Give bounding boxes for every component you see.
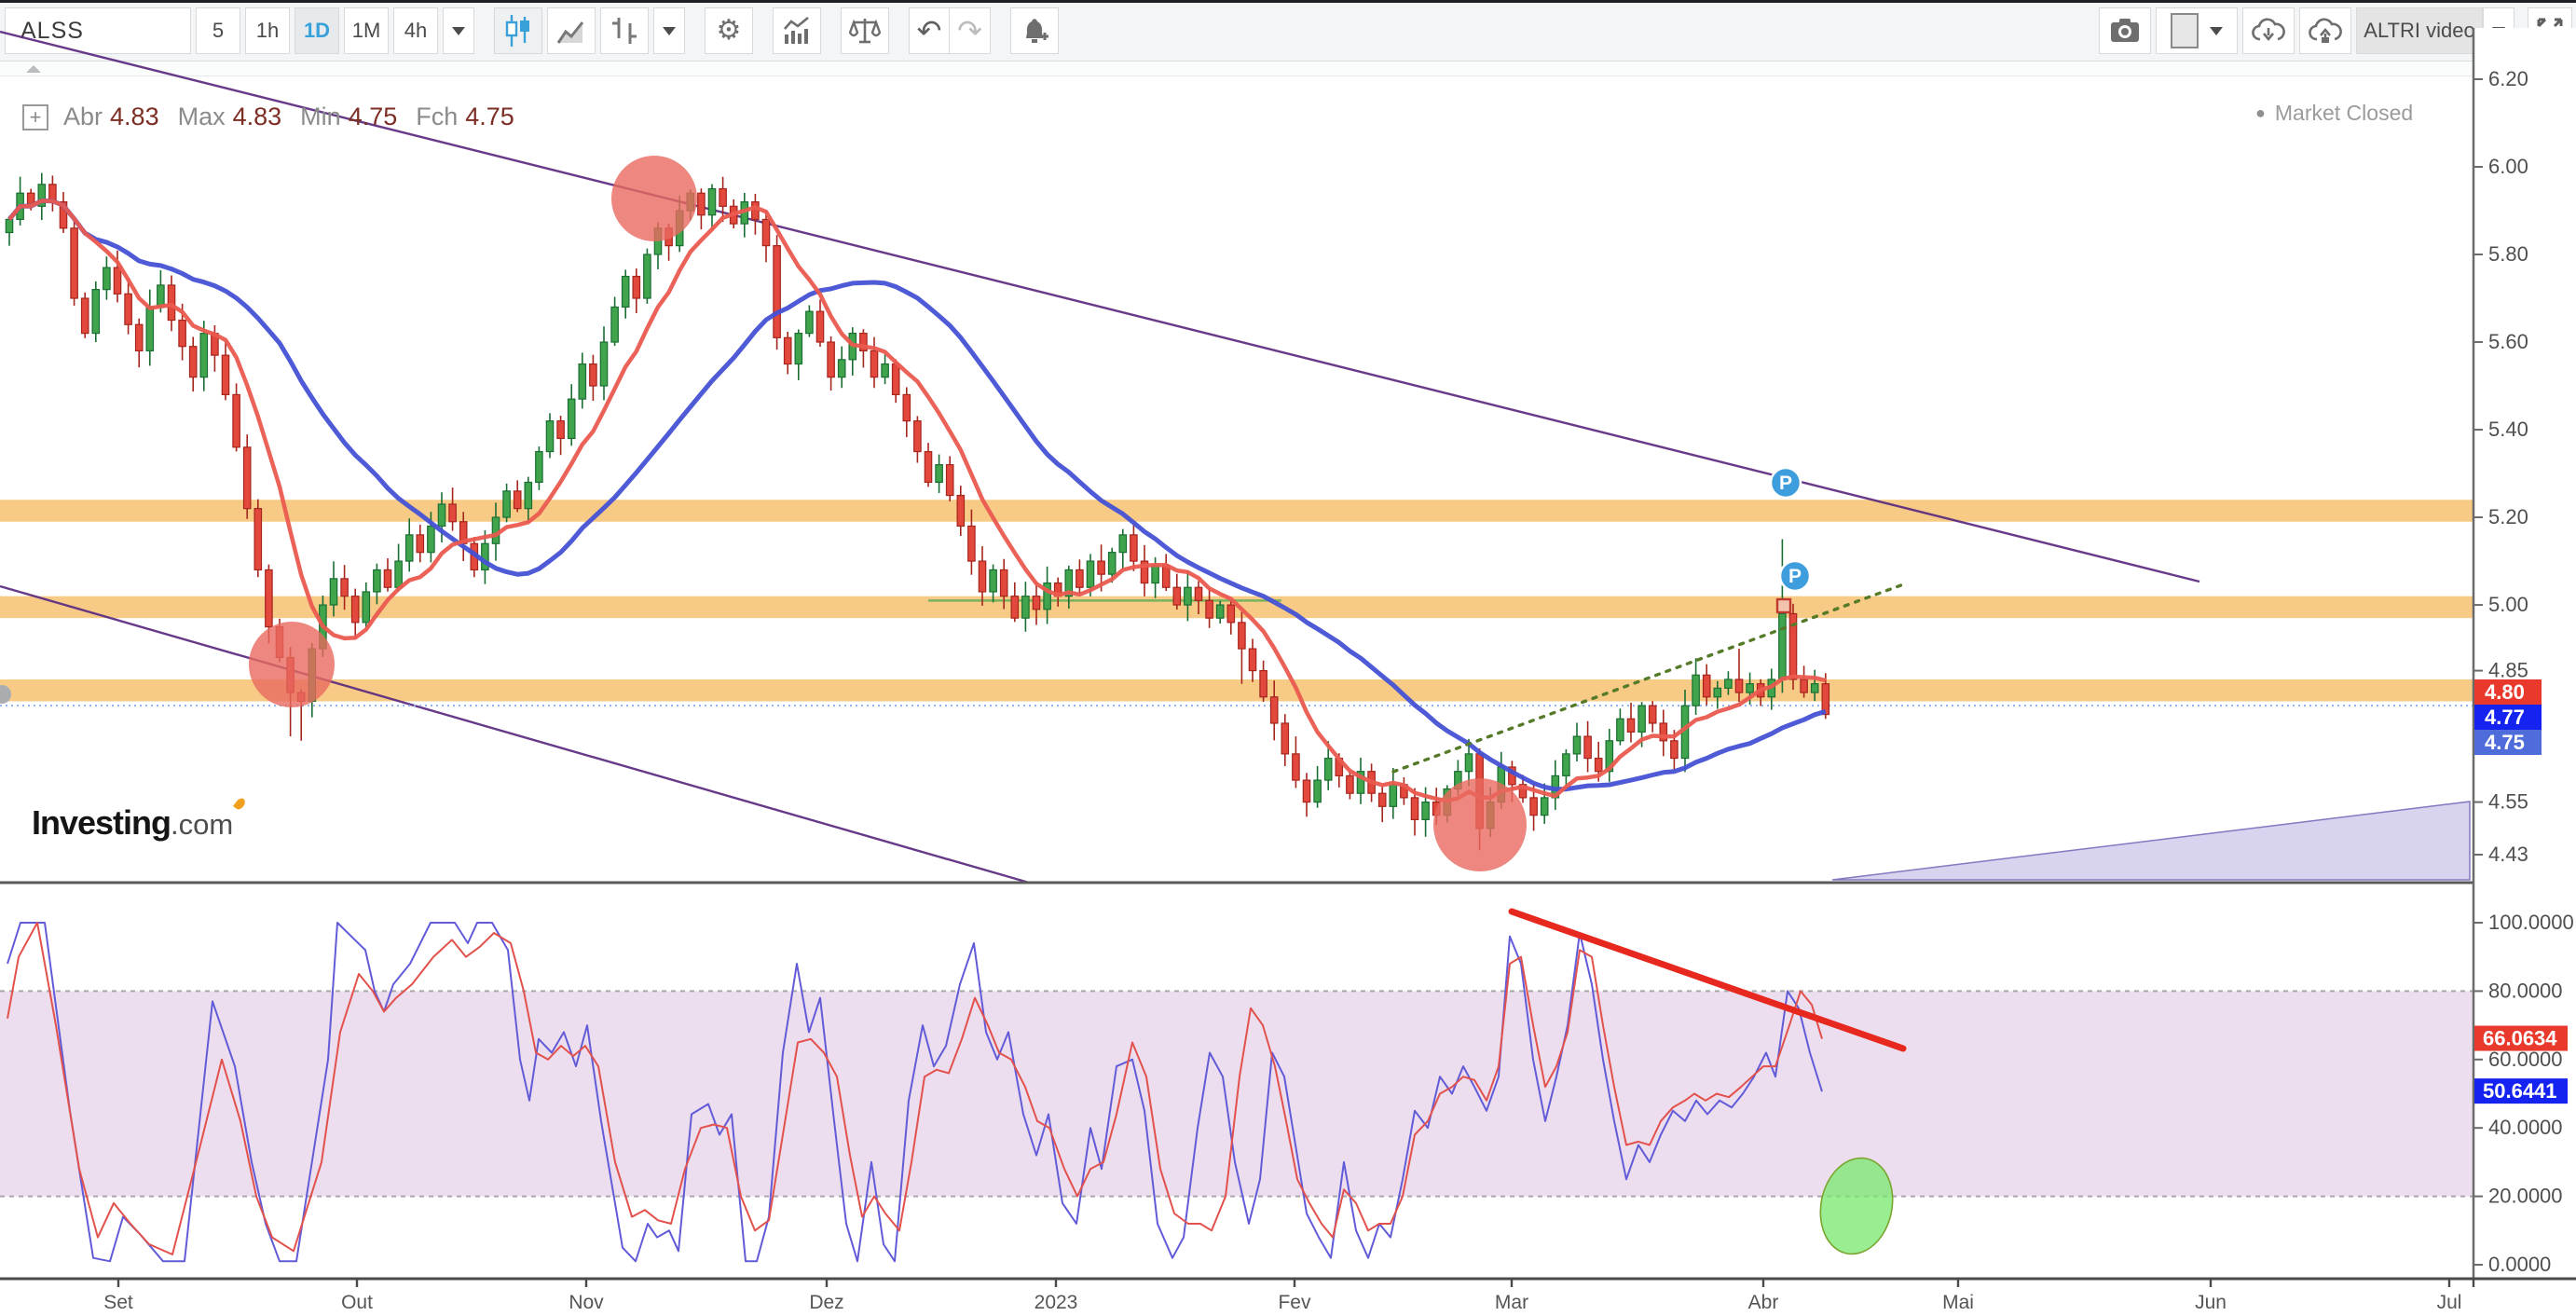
market-status: ● Market Closed [2255, 101, 2460, 126]
legend-close-value: 4.75 [465, 103, 514, 131]
pivot-marker-1[interactable]: P [1780, 561, 1810, 591]
legend-close-label: Fch [416, 103, 458, 131]
oscillator-badge-50.6441: 50.6441 [2474, 1078, 2568, 1104]
svg-text:20.0000: 20.0000 [2488, 1185, 2563, 1208]
legend-open-value: 4.83 [110, 103, 159, 131]
highlight-circle-0[interactable] [611, 156, 697, 241]
svg-text:4.77: 4.77 [2485, 706, 2525, 729]
svg-text:4.85: 4.85 [2488, 659, 2528, 682]
market-status-label: Market Closed [2275, 101, 2413, 126]
watermark-brand: Investing [32, 803, 171, 842]
ohlc-legend: + Abr 4.83 Max 4.83 Min 4.75 Fch 4.75 [22, 103, 514, 131]
svg-text:Mai: Mai [1942, 1292, 1974, 1313]
svg-text:6.20: 6.20 [2488, 67, 2528, 90]
svg-text:80.0000: 80.0000 [2488, 979, 2563, 1002]
svg-text:5.40: 5.40 [2488, 418, 2528, 441]
svg-text:Dez: Dez [809, 1292, 843, 1313]
svg-text:4.55: 4.55 [2488, 790, 2528, 814]
svg-text:Nov: Nov [569, 1292, 604, 1313]
square-marker[interactable] [1777, 599, 1790, 612]
svg-text:Abr: Abr [1748, 1292, 1779, 1313]
svg-text:4.43: 4.43 [2488, 843, 2528, 866]
svg-text:4.80: 4.80 [2485, 680, 2525, 704]
legend-high-value: 4.83 [233, 103, 282, 131]
svg-text:Out: Out [341, 1292, 373, 1313]
svg-text:Jun: Jun [2195, 1292, 2227, 1313]
svg-text:4.75: 4.75 [2485, 731, 2525, 754]
legend-open-label: Abr [63, 103, 103, 131]
pivot-band-0[interactable] [0, 500, 2544, 522]
svg-text:Jul: Jul [2437, 1292, 2462, 1313]
price-badge-4.77: 4.77 [2474, 705, 2542, 730]
status-dot-icon: ● [2255, 103, 2266, 123]
highlight-circle-1[interactable] [249, 622, 335, 707]
svg-text:2023: 2023 [1035, 1292, 1078, 1313]
svg-text:Mar: Mar [1495, 1292, 1528, 1313]
price-badge-4.75: 4.75 [2474, 730, 2542, 755]
chart-window: ALSS 5 1h 1D 1M 4h [0, 0, 2576, 1316]
oscillator-badge-66.0634: 66.0634 [2474, 1026, 2568, 1051]
legend-low-label: Min [300, 103, 341, 131]
highlight-circle-2[interactable] [1433, 778, 1527, 871]
svg-text:60.0000: 60.0000 [2488, 1048, 2563, 1071]
svg-text:6.00: 6.00 [2488, 155, 2528, 178]
svg-text:Fev: Fev [1278, 1292, 1311, 1313]
svg-text:66.0634: 66.0634 [2483, 1027, 2557, 1050]
svg-text:40.0000: 40.0000 [2488, 1116, 2563, 1139]
legend-expand-icon[interactable]: + [22, 104, 48, 130]
svg-text:Set: Set [103, 1292, 133, 1313]
legend-high-label: Max [178, 103, 226, 131]
pivot-marker-0[interactable]: P [1771, 468, 1801, 498]
svg-text:5.80: 5.80 [2488, 242, 2528, 266]
time-axis-labels: Set Out Nov Dez 2023 Fev Mar Abr Mai Jun Jul [103, 1279, 2461, 1313]
svg-text:P: P [1788, 566, 1802, 587]
svg-text:50.6441: 50.6441 [2483, 1079, 2557, 1103]
svg-text:0.0000: 0.0000 [2488, 1253, 2551, 1276]
legend-low-value: 4.75 [349, 103, 398, 131]
price-badge-4.80: 4.80 [2474, 679, 2542, 705]
svg-text:5.00: 5.00 [2488, 593, 2528, 616]
price-chart-canvas[interactable]: P P 6.20 6.00 5.80 5.60 5.40 5.20 5.00 4.85 4.55 4.… [0, 0, 2576, 1316]
svg-text:5.60: 5.60 [2488, 330, 2528, 353]
wedge-shape[interactable] [1832, 802, 2470, 880]
watermark-suffix: .com [171, 808, 233, 841]
investing-watermark: Investing.com [32, 803, 233, 843]
svg-text:100.0000: 100.0000 [2488, 911, 2574, 934]
svg-text:P: P [1779, 473, 1792, 494]
svg-text:5.20: 5.20 [2488, 505, 2528, 528]
